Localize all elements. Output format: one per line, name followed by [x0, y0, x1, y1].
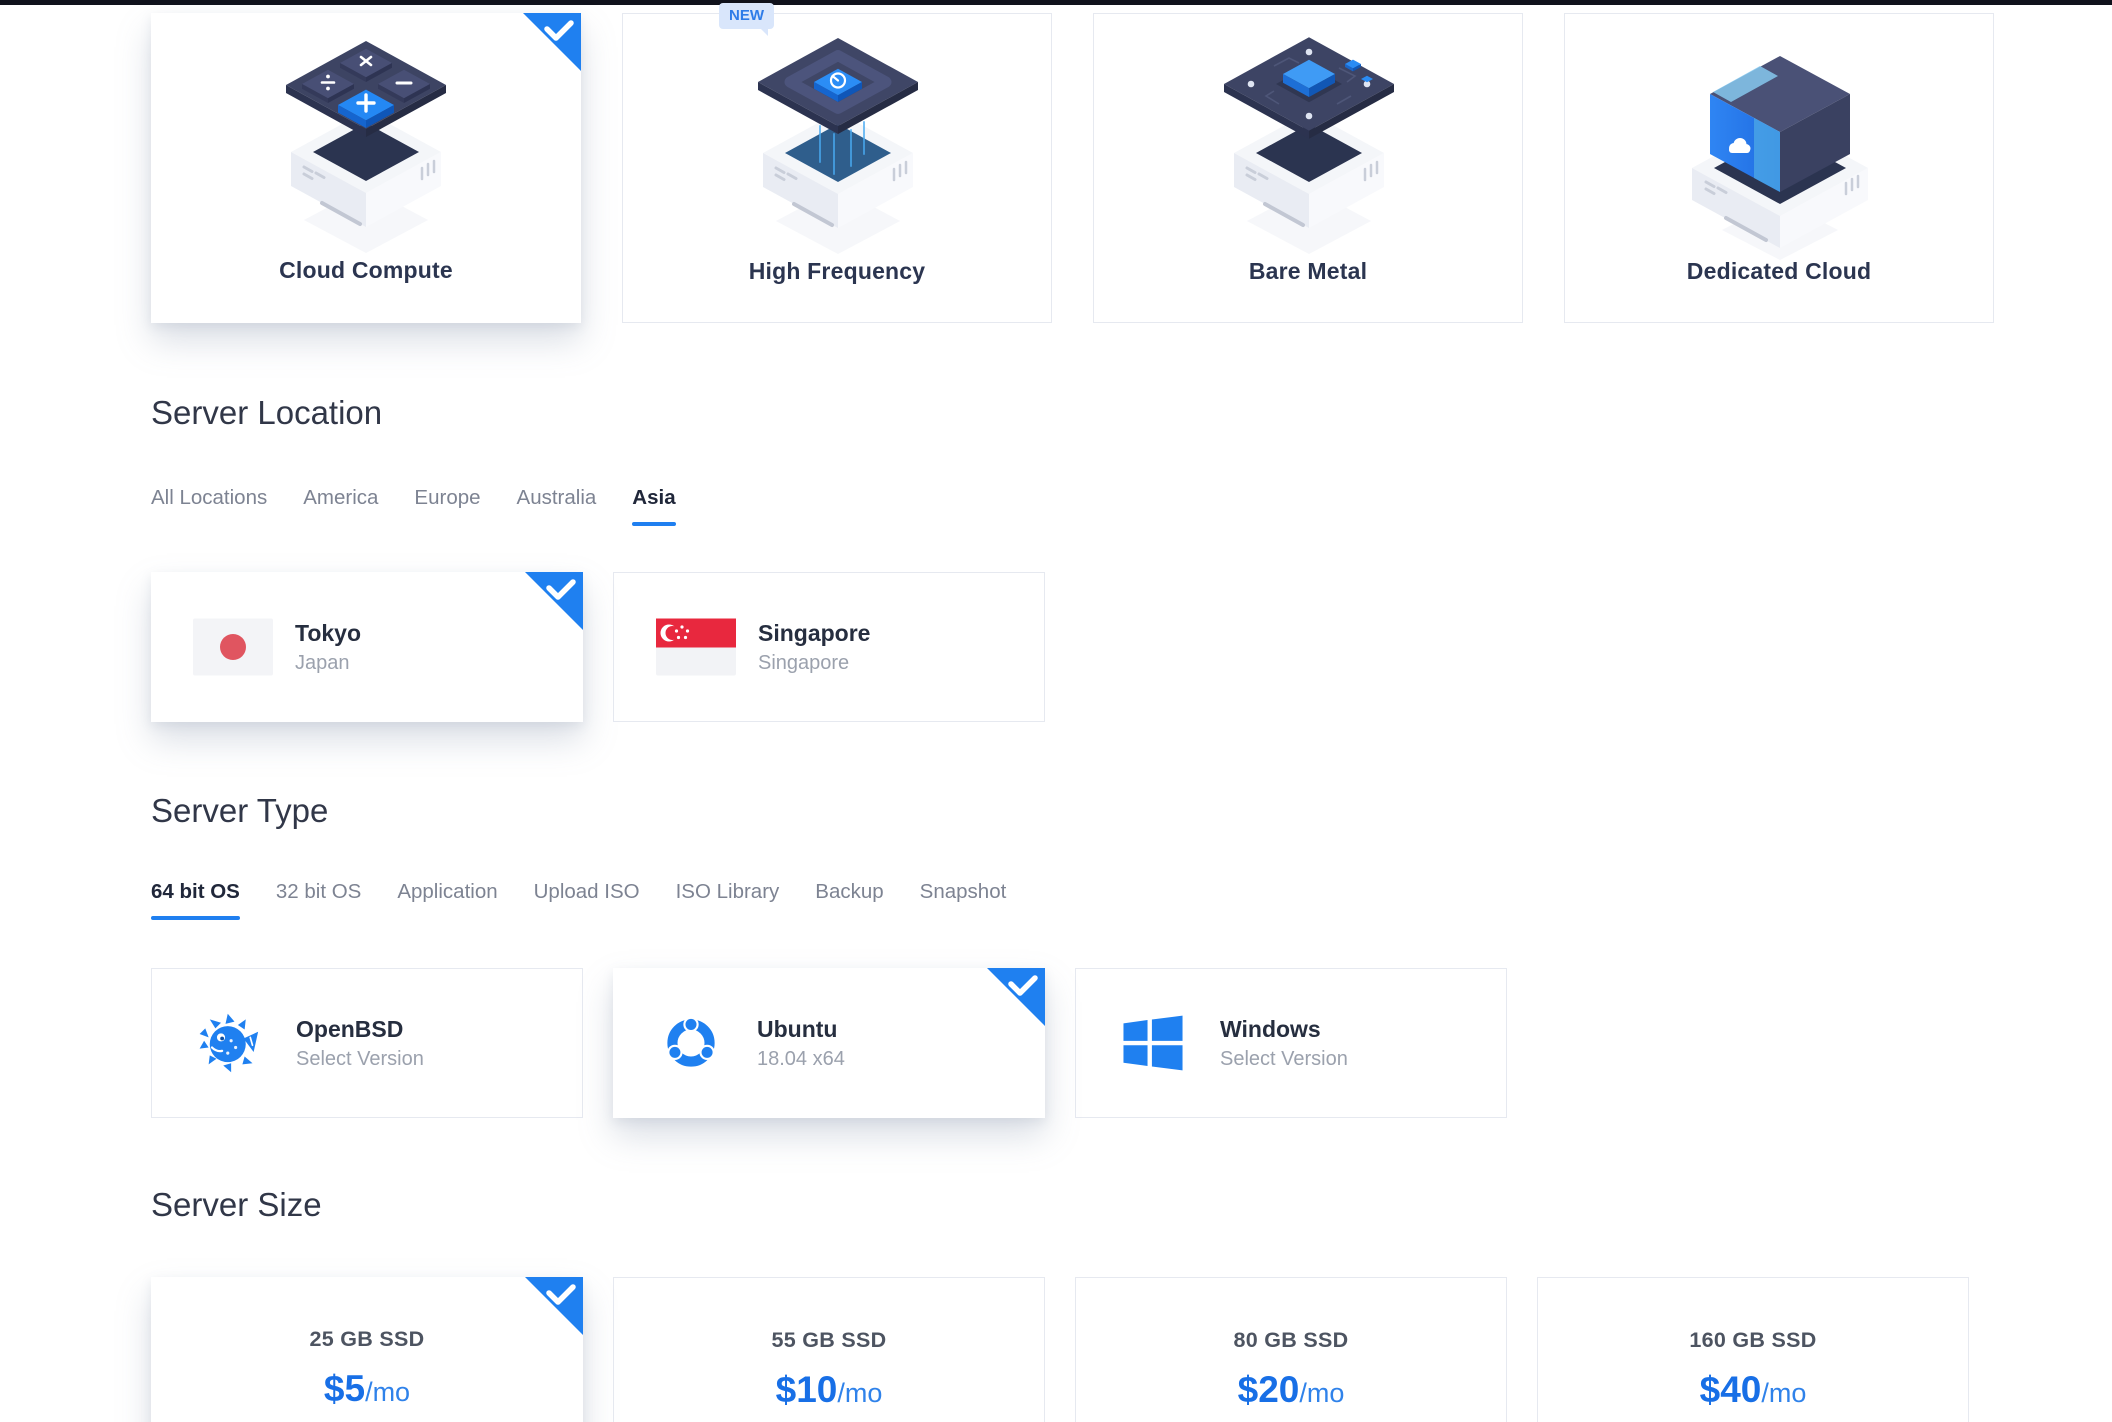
os-card-windows[interactable]: Windows Select Version: [1075, 968, 1507, 1118]
window-top-edge: [0, 0, 2112, 5]
tab-32bit-os[interactable]: 32 bit OS: [276, 880, 361, 920]
high-frequency-illustration: [708, 16, 968, 266]
size-price: $40/mo: [1538, 1369, 1968, 1411]
tab-europe[interactable]: Europe: [414, 486, 480, 526]
selected-checkmark-icon: [987, 968, 1045, 1026]
selected-checkmark-icon: [523, 13, 581, 71]
os-card-openbsd[interactable]: OpenBSD Select Version: [151, 968, 583, 1118]
plan-card-dedicated-cloud[interactable]: Dedicated Cloud: [1564, 13, 1994, 323]
size-storage: 80 GB SSD: [1076, 1328, 1506, 1353]
os-name: Ubuntu: [757, 1015, 845, 1043]
size-card-160gb[interactable]: 160 GB SSD $40/mo $0.060/h: [1537, 1277, 1969, 1422]
size-period: /mo: [1299, 1378, 1344, 1408]
size-period: /mo: [365, 1377, 410, 1407]
tab-america[interactable]: America: [303, 486, 378, 526]
tab-application[interactable]: Application: [397, 880, 497, 920]
size-storage: 160 GB SSD: [1538, 1328, 1968, 1353]
size-card-55gb[interactable]: 55 GB SSD $10/mo $0.015/h: [613, 1277, 1045, 1422]
deploy-server-page: Cloud Compute NEW: [0, 0, 2112, 1422]
location-city: Singapore: [758, 619, 870, 647]
plan-card-high-frequency[interactable]: NEW: [622, 13, 1052, 323]
tab-iso-library[interactable]: ISO Library: [676, 880, 780, 920]
size-price: $10/mo: [614, 1369, 1044, 1411]
plan-label: High Frequency: [623, 258, 1051, 285]
server-type-tabs: 64 bit OS 32 bit OS Application Upload I…: [151, 880, 1006, 920]
location-card-singapore[interactable]: Singapore Singapore: [613, 572, 1045, 722]
tab-upload-iso[interactable]: Upload ISO: [534, 880, 640, 920]
windows-logo-icon: [1118, 1008, 1188, 1078]
size-card-25gb[interactable]: 25 GB SSD $5/mo $0.007/h: [151, 1277, 583, 1422]
tab-64bit-os[interactable]: 64 bit OS: [151, 880, 240, 920]
size-storage: 25 GB SSD: [151, 1327, 583, 1352]
tab-all-locations[interactable]: All Locations: [151, 486, 267, 526]
plan-label: Bare Metal: [1094, 258, 1522, 285]
selected-checkmark-icon: [525, 1277, 583, 1335]
plan-card-bare-metal[interactable]: Bare Metal: [1093, 13, 1523, 323]
size-period: /mo: [1761, 1378, 1806, 1408]
size-price: $5/mo: [151, 1368, 583, 1410]
os-version: Select Version: [1220, 1048, 1348, 1071]
cloud-compute-illustration: [236, 15, 496, 265]
new-badge: NEW: [719, 3, 774, 29]
location-country: Singapore: [758, 652, 870, 675]
plan-label: Cloud Compute: [151, 257, 581, 284]
location-tabs: All Locations America Europe Australia A…: [151, 486, 676, 526]
os-card-ubuntu[interactable]: Ubuntu 18.04 x64: [613, 968, 1045, 1118]
singapore-flag-icon: [656, 619, 736, 676]
server-type-heading: Server Type: [151, 792, 328, 830]
size-card-80gb[interactable]: 80 GB SSD $20/mo $0.030/h: [1075, 1277, 1507, 1422]
tab-snapshot[interactable]: Snapshot: [920, 880, 1007, 920]
os-name: Windows: [1220, 1015, 1348, 1043]
location-card-tokyo[interactable]: Tokyo Japan: [151, 572, 583, 722]
plan-label: Dedicated Cloud: [1565, 258, 1993, 285]
plan-card-cloud-compute[interactable]: Cloud Compute: [151, 13, 581, 323]
tab-backup[interactable]: Backup: [815, 880, 883, 920]
ubuntu-circle-of-friends-icon: [655, 1007, 727, 1079]
os-name: OpenBSD: [296, 1015, 424, 1043]
size-period: /mo: [837, 1378, 882, 1408]
tab-asia[interactable]: Asia: [632, 486, 675, 526]
server-location-heading: Server Location: [151, 394, 382, 432]
location-country: Japan: [295, 652, 361, 675]
openbsd-pufferfish-icon: [194, 1007, 266, 1079]
size-storage: 55 GB SSD: [614, 1328, 1044, 1353]
size-price: $20/mo: [1076, 1369, 1506, 1411]
server-size-heading: Server Size: [151, 1186, 322, 1224]
japan-flag-icon: [193, 619, 273, 676]
os-version: 18.04 x64: [757, 1048, 845, 1071]
bare-metal-illustration: [1179, 16, 1439, 266]
tab-australia[interactable]: Australia: [517, 486, 597, 526]
dedicated-cloud-illustration: [1650, 16, 1910, 266]
location-city: Tokyo: [295, 619, 361, 647]
selected-checkmark-icon: [525, 572, 583, 630]
os-version: Select Version: [296, 1048, 424, 1071]
